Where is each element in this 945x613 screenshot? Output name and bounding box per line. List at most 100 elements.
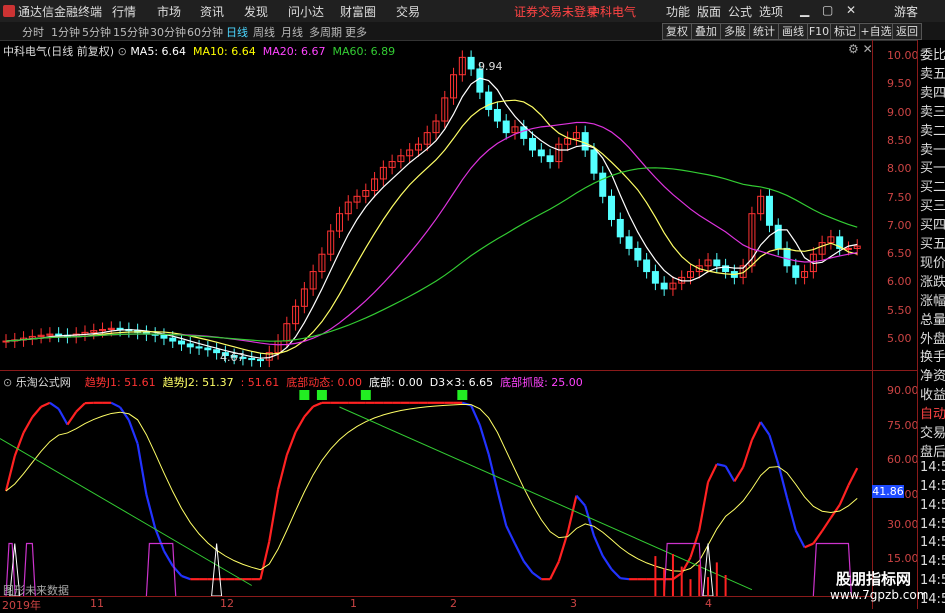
candlestick-chart [0,40,872,370]
date-label: 3 [570,597,577,610]
f10-button[interactable]: F10 [807,23,831,40]
side-panel-item: 现价 [920,252,945,271]
side-panel-item: 卖一 [920,139,945,158]
date-label: 2019年 [2,597,41,613]
candle-body [503,121,509,133]
candle-body [617,219,623,236]
candle-body [486,92,492,109]
mark-button[interactable]: 标记 [830,23,860,40]
candle-body [161,335,167,338]
date-axis: 2019年 11 12 1 2 3 4 [0,596,872,610]
candle-body [582,133,588,150]
indicator-value-box: 41.86 [872,485,904,498]
trend-j1-segment [138,444,147,495]
menu-item-discover[interactable]: 发现 [244,3,268,20]
menu-item-options[interactable]: 选项 [759,3,783,20]
trend-j1-segment [769,435,778,464]
add-watchlist-button[interactable]: +自选 [859,23,893,40]
period-toolbar: 分时 1分钟 5分钟 15分钟 30分钟 60分钟 日线 周线 月线 多周期 更… [0,22,945,41]
adjust-button[interactable]: 复权 [662,23,692,40]
menu-item-ask[interactable]: 问小达 [288,3,324,20]
stats-button[interactable]: 统计 [749,23,779,40]
trend-j1-segment [260,541,269,579]
period-tab-daily[interactable]: 日线 [226,24,248,40]
trend-j1-segment [59,409,68,425]
trend-j1-segment [717,464,726,466]
quote-side-panel: 委比卖五卖四卖三卖二卖一买一买二买三买四买五现价涨跌涨幅总量外盘换手净资收益自动… [917,40,945,609]
trend-j1-segment [146,495,155,529]
draw-line-button[interactable]: 画线 [778,23,808,40]
bottom-dynamic-bar [707,577,709,596]
period-tab-more[interactable]: 更多 [345,24,367,40]
date-label: 1 [350,597,357,610]
menu-item-news[interactable]: 资讯 [200,3,224,20]
ma10-line [6,100,857,354]
side-panel-item: 14:5 [920,573,945,588]
minimize-icon[interactable]: ▁ [800,3,809,17]
login-alert[interactable]: 证券交易未登录 [514,3,598,20]
side-panel-item: 14:5 [920,498,945,513]
period-tab-60min[interactable]: 60分钟 [187,24,223,40]
menu-item-wealth[interactable]: 财富圈 [340,3,376,20]
candle-body [547,156,553,162]
trend-j1-segment [67,412,76,425]
candle-body [214,350,220,353]
trend-j1-segment [568,496,577,533]
period-tab-timeshare[interactable]: 分时 [22,24,44,40]
trend-j1-segment [673,573,682,579]
multi-stock-button[interactable]: 多股 [720,23,750,40]
trend-j1-segment [840,485,849,505]
period-tab-monthly[interactable]: 月线 [281,24,303,40]
candle-body [257,360,263,361]
side-panel-item: 涨幅 [920,290,945,309]
side-panel-item: 盘后 [920,441,945,460]
candle-body [644,260,650,272]
date-label: 2 [450,597,457,610]
y-tick: 6.00 [887,275,912,288]
menu-item-layout[interactable]: 版面 [697,3,721,20]
menu-bar: 通达信金融终端 行情 市场 资讯 发现 问小达 财富圈 交易 证券交易未登录 中… [0,0,945,23]
side-panel-item: 收益 [920,384,945,403]
menu-item-formula[interactable]: 公式 [728,3,752,20]
period-tab-30min[interactable]: 30分钟 [150,24,186,40]
tdx-logo-icon [3,5,15,17]
y-tick: 6.50 [887,247,912,260]
candle-body [170,338,176,341]
overlay-button[interactable]: 叠加 [691,23,721,40]
period-tab-weekly[interactable]: 周线 [253,24,275,40]
trend-j1-segment [726,466,735,481]
trend-j1-segment [506,526,515,544]
side-panel-item: 买一 [920,157,945,176]
date-label: 11 [90,597,104,610]
period-tab-multi[interactable]: 多周期 [309,24,342,40]
trend-support-line [0,439,252,586]
y-tick: 30.00 [887,518,919,531]
period-tab-15min[interactable]: 15分钟 [113,24,149,40]
price-axis: 10.00 9.50 9.00 8.50 8.00 7.50 7.00 6.50… [872,40,918,609]
period-tab-1min[interactable]: 1分钟 [51,24,80,40]
trend-j1-segment [41,403,50,407]
menu-item-quotes[interactable]: 行情 [112,3,136,20]
trend-j1-segment [813,531,822,544]
period-tab-5min[interactable]: 5分钟 [82,24,111,40]
maximize-icon[interactable]: ▢ [822,3,833,17]
trend-j1-segment [612,569,621,578]
watermark-url: www.7gpzb.com [830,588,928,602]
menu-item-market[interactable]: 市场 [157,3,181,20]
menu-item-function[interactable]: 功能 [666,3,690,20]
y-tick: 15.00 [887,552,919,565]
watermark-title: 股朋指标网 [836,568,911,589]
candle-body [784,248,790,265]
side-panel-item: 涨跌 [920,271,945,290]
bottom-dynamic-bar [725,575,727,596]
candle-body [626,237,632,249]
trend-j1-segment [778,464,787,498]
candle-body [205,348,211,350]
close-icon[interactable]: ✕ [846,3,856,17]
back-button[interactable]: 返回 [892,23,922,40]
menu-item-trade[interactable]: 交易 [396,3,420,20]
side-panel-item: 买三 [920,195,945,214]
guest-label[interactable]: 游客 [894,3,918,20]
trend-j1-segment [480,425,489,454]
trend-j1-segment [848,468,857,485]
